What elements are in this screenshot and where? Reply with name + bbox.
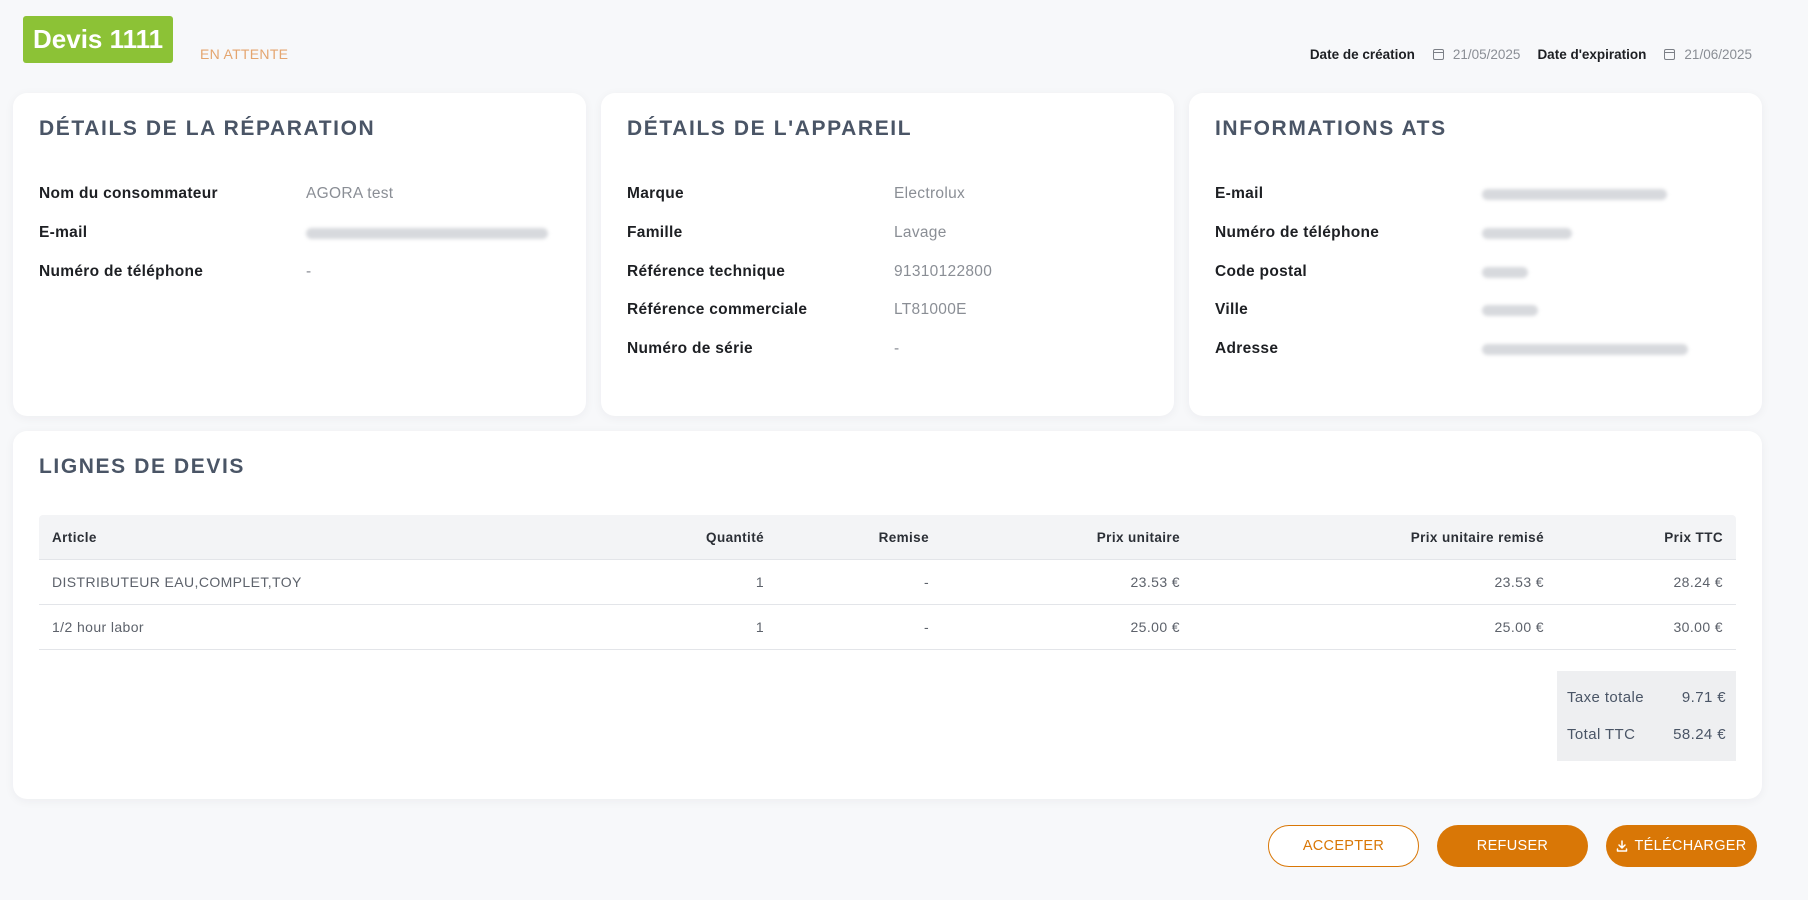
field-value: - (894, 340, 900, 357)
repair-details-title: DÉTAILS DE LA RÉPARATION (39, 117, 376, 140)
field-label: Adresse (1215, 340, 1279, 357)
field-value-blurred (1482, 224, 1572, 244)
field-label: Numéro de téléphone (1215, 224, 1380, 241)
page-header: Devis 1111 EN ATTENTE Date de création 2… (0, 0, 1808, 80)
expiration-date-label: Date d'expiration (1537, 47, 1647, 62)
status-label: EN ATTENTE (200, 46, 289, 62)
cell-discount: - (923, 619, 929, 635)
field-label: E-mail (1215, 185, 1264, 202)
quote-lines-table: Article Quantité Remise Prix unitaire Pr… (39, 515, 1736, 650)
field-value-blurred (1482, 263, 1528, 283)
ats-row-city: Ville (1215, 301, 1736, 321)
device-row-family: Famille Lavage (627, 224, 1148, 242)
table-header: Article Quantité Remise Prix unitaire Pr… (39, 515, 1736, 560)
repair-row-consumer: Nom du consommateur AGORA test (39, 185, 560, 203)
field-value: AGORA test (306, 185, 394, 202)
field-label: E-mail (39, 224, 88, 241)
calendar-icon (1664, 49, 1676, 60)
cell-quantity: 1 (755, 574, 764, 590)
field-label: Numéro de série (627, 340, 753, 357)
field-label: Numéro de téléphone (39, 263, 204, 280)
quote-lines-card: LIGNES DE DEVIS Article Quantité Remise … (13, 431, 1762, 799)
accept-button-label: ACCEPTER (1302, 838, 1385, 854)
refuse-button-label: REFUSER (1476, 838, 1549, 854)
column-header-article[interactable]: Article (39, 530, 596, 545)
totals-box: Taxe totale 9.71 € Total TTC 58.24 € (1557, 671, 1736, 761)
column-header-discount[interactable]: Remise (764, 530, 929, 545)
ats-row-postal: Code postal (1215, 263, 1736, 283)
field-label: Famille (627, 224, 683, 241)
download-button-label: TÉLÉCHARGER (1634, 838, 1747, 854)
cell-price-ttc: 30.00 € (1673, 619, 1723, 635)
cell-price-ttc: 28.24 € (1673, 574, 1723, 590)
cell-unit-price: 23.53 € (1130, 574, 1180, 590)
column-header-price-ttc[interactable]: Prix TTC (1544, 530, 1723, 545)
expiration-date-value: 21/06/2025 (1684, 47, 1752, 62)
cell-article: DISTRIBUTEUR EAU,COMPLET,TOY (52, 574, 302, 590)
repair-details-card: DÉTAILS DE LA RÉPARATION Nom du consomma… (13, 93, 586, 416)
field-label: Marque (627, 185, 684, 202)
ats-row-phone: Numéro de téléphone (1215, 224, 1736, 244)
field-label: Code postal (1215, 263, 1308, 280)
field-value-blurred (306, 224, 548, 244)
device-row-tech-ref: Référence technique 91310122800 (627, 263, 1148, 281)
column-header-unit-price[interactable]: Prix unitaire (929, 530, 1180, 545)
device-details-title: DÉTAILS DE L'APPAREIL (627, 117, 913, 140)
cell-discounted-unit-price: 25.00 € (1494, 619, 1544, 635)
repair-row-email: E-mail (39, 224, 560, 244)
download-icon (1617, 840, 1628, 852)
field-value: 91310122800 (894, 263, 993, 280)
field-value-blurred (1482, 185, 1667, 205)
creation-date-label: Date de création (1309, 47, 1415, 62)
field-value-blurred (1482, 340, 1688, 360)
cell-discounted-unit-price: 23.53 € (1494, 574, 1544, 590)
device-row-serial: Numéro de série - (627, 340, 1148, 358)
field-label: Nom du consommateur (39, 185, 218, 202)
total-ttc-value: 58.24 € (1673, 726, 1726, 743)
ats-row-address: Adresse (1215, 340, 1736, 360)
device-details-card: DÉTAILS DE L'APPAREIL Marque Electrolux … (601, 93, 1174, 416)
total-tax-row: Taxe totale 9.71 € (1567, 679, 1726, 716)
download-button[interactable]: TÉLÉCHARGER (1606, 825, 1757, 867)
device-row-commercial-ref: Référence commerciale LT81000E (627, 301, 1148, 319)
total-tax-value: 9.71 € (1681, 689, 1726, 706)
cell-quantity: 1 (755, 619, 764, 635)
total-ttc-label: Total TTC (1567, 726, 1636, 743)
repair-row-phone: Numéro de téléphone - (39, 263, 560, 281)
table-row: DISTRIBUTEUR EAU,COMPLET,TOY 1 - 23.53 €… (39, 560, 1736, 605)
ats-row-email: E-mail (1215, 185, 1736, 205)
ats-info-title: INFORMATIONS ATS (1215, 117, 1447, 140)
devis-title-badge: Devis 1111 (23, 16, 174, 63)
refuse-button[interactable]: REFUSER (1437, 825, 1588, 867)
field-value-blurred (1482, 301, 1538, 321)
field-value: Lavage (894, 224, 947, 241)
field-label: Ville (1215, 301, 1249, 318)
table-row: 1/2 hour labor 1 - 25.00 € 25.00 € 30.00… (39, 605, 1736, 650)
field-value: - (306, 263, 312, 280)
cell-unit-price: 25.00 € (1130, 619, 1180, 635)
creation-date-value: 21/05/2025 (1452, 47, 1521, 62)
total-ttc-row: Total TTC 58.24 € (1567, 716, 1726, 753)
quote-lines-title: LIGNES DE DEVIS (39, 455, 246, 478)
field-label: Référence technique (627, 263, 786, 280)
ats-info-card: INFORMATIONS ATS E-mail Numéro de téléph… (1189, 93, 1762, 416)
field-label: Référence commerciale (627, 301, 808, 318)
accept-button[interactable]: ACCEPTER (1268, 825, 1419, 867)
column-header-discounted-unit-price[interactable]: Prix unitaire remisé (1180, 530, 1544, 545)
total-tax-label: Taxe totale (1567, 689, 1644, 706)
field-value: Electrolux (894, 185, 966, 202)
cell-discount: - (923, 574, 929, 590)
calendar-icon (1432, 49, 1444, 60)
dates-bar: Date de création 21/05/2025 Date d'expir… (1310, 47, 1752, 62)
column-header-quantity[interactable]: Quantité (596, 530, 764, 545)
field-value: LT81000E (894, 301, 967, 318)
device-row-brand: Marque Electrolux (627, 185, 1148, 203)
cell-article: 1/2 hour labor (52, 619, 144, 635)
